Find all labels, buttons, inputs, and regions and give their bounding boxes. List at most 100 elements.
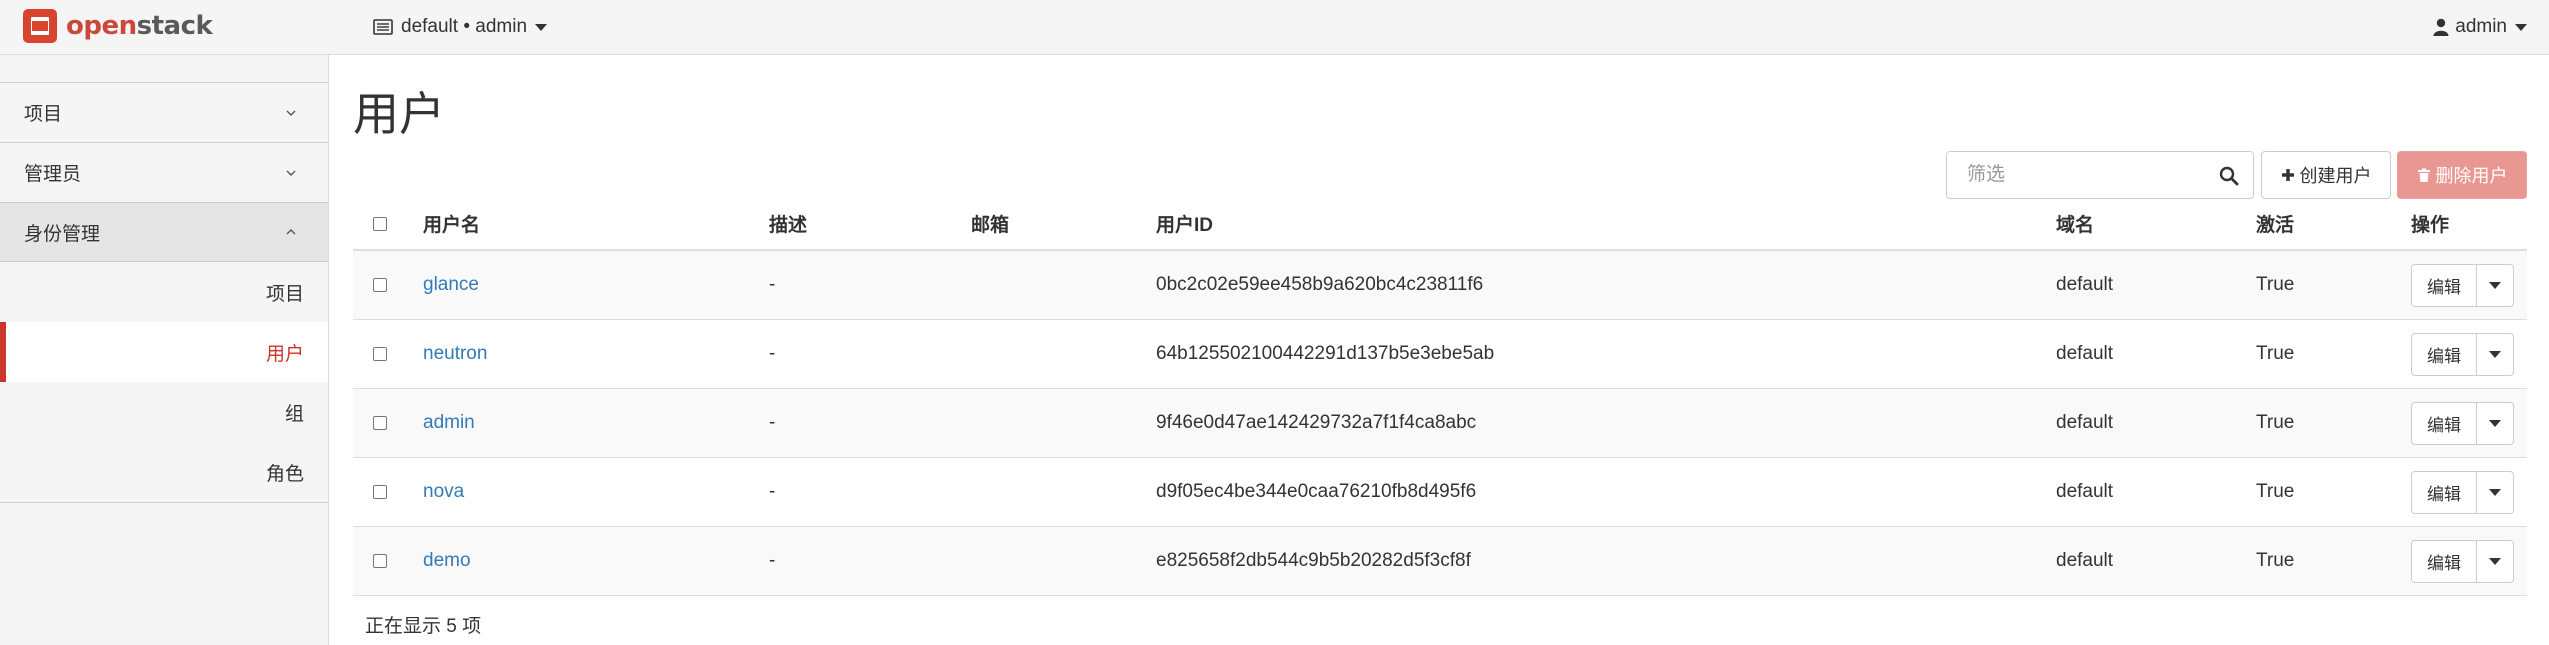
row-checkbox[interactable] (373, 485, 387, 499)
user-id: e825658f2db544c9b5b20282d5f3cf8f (1156, 550, 1471, 571)
project-context-label: default • admin (401, 16, 528, 37)
filter-box (1946, 151, 2254, 199)
user-menu-dropdown[interactable]: admin (2433, 14, 2527, 40)
user-enabled: True (2256, 274, 2295, 295)
column-header-enabled[interactable]: 激活 (2256, 198, 2294, 249)
row-actions-dropdown[interactable] (2477, 332, 2514, 376)
user-id: 9f46e0d47ae142429732a7f1f4ca8abc (1156, 412, 1477, 433)
table-row: neutron - 64b125502100442291d137b5e3ebe5… (353, 320, 2527, 389)
sidebar-group-label: 身份管理 (24, 223, 101, 245)
user-name-link[interactable]: nova (423, 458, 464, 526)
user-domain: default (2056, 274, 2114, 295)
caret-down-icon (2489, 281, 2501, 289)
openstack-logo-icon (23, 9, 57, 43)
column-header-username[interactable]: 用户名 (423, 198, 480, 249)
row-actions: 编辑 (2411, 470, 2514, 514)
brand-text-stack: stack (136, 11, 213, 41)
table-header: 用户名 描述 邮箱 用户ID 域名 激活 操作 (353, 198, 2527, 251)
table-row: glance - 0bc2c02e59ee458b9a620bc4c23811f… (353, 251, 2527, 320)
brand-text-open: open (66, 11, 137, 41)
caret-down-icon (2489, 488, 2501, 496)
row-actions: 编辑 (2411, 539, 2514, 583)
user-name-link[interactable]: neutron (423, 320, 487, 388)
sidebar-group-label: 项目 (24, 104, 63, 125)
row-actions-dropdown[interactable] (2477, 539, 2514, 583)
project-context-dropdown[interactable]: default • admin (373, 14, 548, 40)
edit-button[interactable]: 编辑 (2411, 332, 2477, 376)
row-actions-dropdown[interactable] (2477, 263, 2514, 307)
user-enabled: True (2256, 343, 2295, 364)
caret-down-icon (535, 23, 548, 31)
row-actions: 编辑 (2411, 332, 2514, 376)
brand-logo[interactable]: openstack (22, 8, 213, 44)
sidebar-item-roles[interactable]: 角色 (0, 442, 328, 502)
user-enabled: True (2256, 481, 2295, 502)
row-actions-dropdown[interactable] (2477, 470, 2514, 514)
table-footer-count: 正在显示 5 项 (365, 616, 482, 637)
column-header-user-id[interactable]: 用户ID (1156, 198, 1213, 249)
delete-user-label: 删除用户 (2435, 166, 2508, 186)
user-domain: default (2056, 412, 2114, 433)
sidebar-group-admin[interactable]: 管理员 (0, 142, 328, 202)
table-row: nova - d9f05ec4be344e0caa76210fb8d495f6 … (353, 458, 2527, 527)
column-header-email[interactable]: 邮箱 (971, 198, 1009, 249)
user-id: 0bc2c02e59ee458b9a620bc4c23811f6 (1156, 274, 1484, 295)
create-user-label: 创建用户 (2299, 166, 2372, 186)
sidebar-item-projects[interactable]: 项目 (0, 262, 328, 322)
user-description: - (769, 412, 776, 433)
user-domain: default (2056, 550, 2114, 571)
column-header-description[interactable]: 描述 (769, 198, 807, 249)
caret-down-icon (2489, 557, 2501, 565)
edit-button[interactable]: 编辑 (2411, 539, 2477, 583)
project-context-icon (373, 19, 393, 35)
row-actions: 编辑 (2411, 401, 2514, 445)
row-actions-dropdown[interactable] (2477, 401, 2514, 445)
user-description: - (769, 481, 776, 502)
user-name-link[interactable]: admin (423, 389, 475, 457)
user-description: - (769, 550, 776, 571)
row-checkbox[interactable] (373, 554, 387, 568)
sidebar-identity-items: 项目 用户 组 角色 (0, 262, 328, 503)
delete-user-button[interactable]: 删除用户 (2397, 151, 2527, 199)
sidebar-item-users[interactable]: 用户 (0, 322, 328, 382)
user-domain: default (2056, 343, 2114, 364)
row-checkbox[interactable] (373, 278, 387, 292)
caret-down-icon (2515, 23, 2527, 31)
sidebar-item-label: 组 (284, 403, 304, 425)
trash-icon (2417, 168, 2430, 182)
user-icon (2433, 18, 2449, 36)
create-user-button[interactable]: 创建用户 (2261, 151, 2391, 199)
user-id: 64b125502100442291d137b5e3ebe5ab (1156, 343, 1495, 364)
table-row: admin - 9f46e0d47ae142429732a7f1f4ca8abc… (353, 389, 2527, 458)
sidebar-item-groups[interactable]: 组 (0, 382, 328, 442)
table-row: demo - e825658f2db544c9b5b20282d5f3cf8f … (353, 527, 2527, 596)
edit-button[interactable]: 编辑 (2411, 263, 2477, 307)
plus-icon (2281, 169, 2294, 181)
caret-down-icon (2489, 350, 2501, 358)
edit-button[interactable]: 编辑 (2411, 401, 2477, 445)
user-name-link[interactable]: demo (423, 527, 471, 595)
sidebar-group-project[interactable]: 项目 (0, 82, 328, 142)
user-domain: default (2056, 481, 2114, 502)
select-all-checkbox[interactable] (373, 216, 387, 231)
page-title: 用户 (353, 88, 445, 140)
edit-button[interactable]: 编辑 (2411, 470, 2477, 514)
row-checkbox[interactable] (373, 416, 387, 430)
column-header-domain[interactable]: 域名 (2056, 198, 2094, 249)
row-checkbox[interactable] (373, 347, 387, 361)
filter-input[interactable] (1965, 163, 2209, 187)
row-actions: 编辑 (2411, 263, 2514, 307)
user-id: d9f05ec4be344e0caa76210fb8d495f6 (1156, 481, 1477, 502)
users-table: 用户名 描述 邮箱 用户ID 域名 激活 操作 glance - 0bc2c02… (353, 198, 2527, 596)
search-icon[interactable] (2219, 166, 2239, 186)
user-description: - (769, 343, 776, 364)
sidebar: 项目 管理员 身份管理 项目 用户 组 角色 (0, 55, 329, 645)
user-name-link[interactable]: glance (423, 251, 479, 319)
user-enabled: True (2256, 550, 2295, 571)
caret-down-icon (2489, 419, 2501, 427)
sidebar-group-identity[interactable]: 身份管理 (0, 202, 328, 262)
user-description: - (769, 274, 776, 295)
chevron-down-icon (286, 110, 296, 116)
chevron-down-icon (286, 170, 296, 176)
user-enabled: True (2256, 412, 2295, 433)
